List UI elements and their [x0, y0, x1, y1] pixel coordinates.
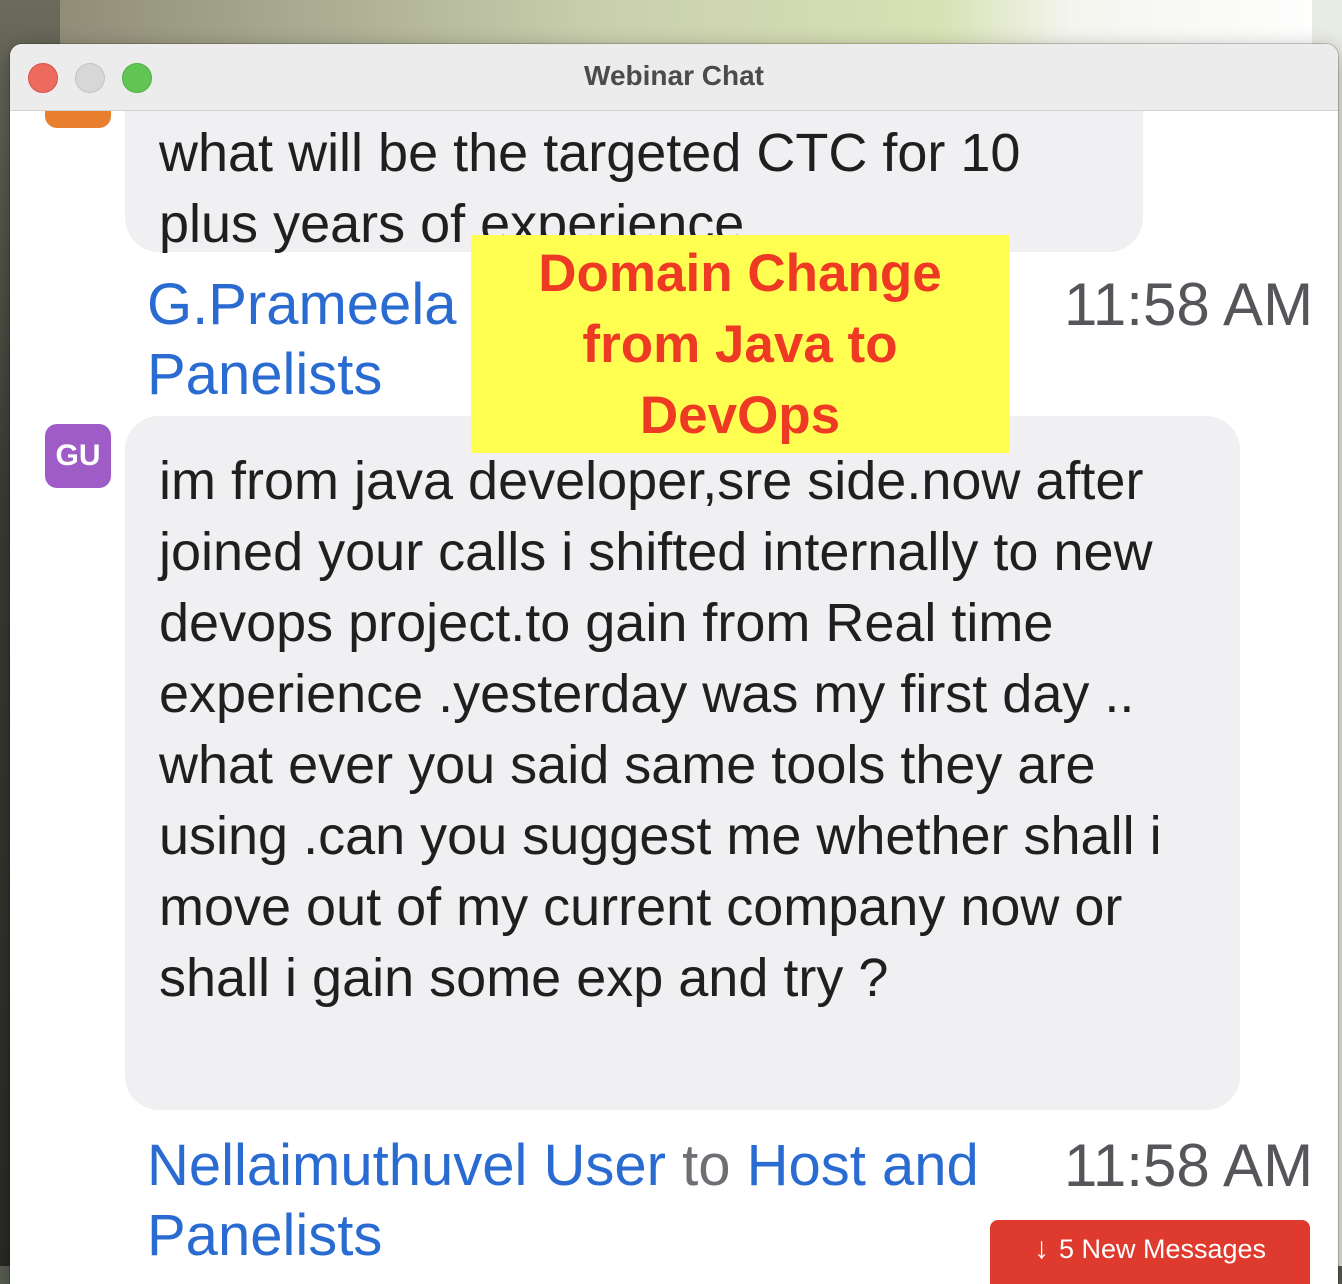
message-timestamp: 11:58 AM	[1064, 1132, 1314, 1199]
avatar: GU	[45, 424, 111, 488]
message-sender-line: Nellaimuthuvel User to Host and	[147, 1131, 979, 1201]
message-connector: to	[682, 1133, 731, 1198]
new-messages-button[interactable]: ↓ 5 New Messages	[990, 1220, 1310, 1284]
new-messages-label: 5 New Messages	[1058, 1234, 1267, 1264]
message-recipient-line[interactable]: Panelists	[147, 1201, 382, 1271]
window-title: Webinar Chat	[584, 60, 764, 91]
title-bar: Webinar Chat	[10, 44, 1338, 111]
message-text: im from java developer,sre side.now afte…	[159, 451, 1162, 1008]
annotation-text: Domain Change from Java to DevOps	[538, 243, 942, 445]
message-sender[interactable]: Nellaimuthuvel User	[147, 1133, 666, 1198]
message-bubble: im from java developer,sre side.now afte…	[125, 416, 1240, 1110]
message-sender[interactable]: G.Prameela U	[147, 270, 514, 340]
arrow-down-icon: ↓	[1033, 1232, 1049, 1265]
message-recipient-line[interactable]: Panelists	[147, 340, 382, 410]
chat-message-list[interactable]: what will be the targeted CTC for 10 plu…	[10, 44, 1338, 1284]
annotation-overlay: Domain Change from Java to DevOps	[471, 235, 1009, 453]
message-timestamp: 11:58 AM	[1064, 271, 1314, 338]
message-recipient[interactable]: Host and	[747, 1133, 979, 1198]
webinar-chat-window: Webinar Chat what will be the targeted C…	[10, 44, 1338, 1284]
